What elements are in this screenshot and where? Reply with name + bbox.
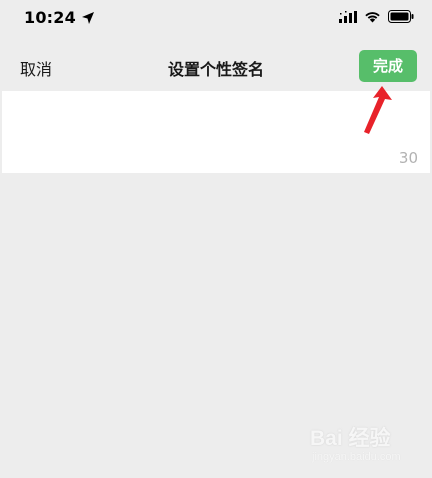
watermark-url: jingyan.baidu.com (312, 451, 401, 463)
status-time: 10:24 (24, 8, 76, 27)
watermark-logo: Bai 经验 (310, 427, 391, 450)
location-arrow-icon (81, 11, 94, 24)
status-icons (339, 10, 414, 23)
char-counter: 30 (398, 149, 418, 167)
battery-icon (388, 10, 414, 23)
annotation-arrow-icon (364, 86, 392, 134)
baidu-watermark: Bai 经验 jingyan.baidu.com (302, 418, 412, 468)
wifi-icon (365, 11, 380, 22)
status-bar: 10:24 (0, 0, 432, 38)
time-group: 10:24 (24, 8, 95, 27)
done-button[interactable]: 完成 (359, 50, 417, 82)
signal-icon (339, 10, 357, 23)
